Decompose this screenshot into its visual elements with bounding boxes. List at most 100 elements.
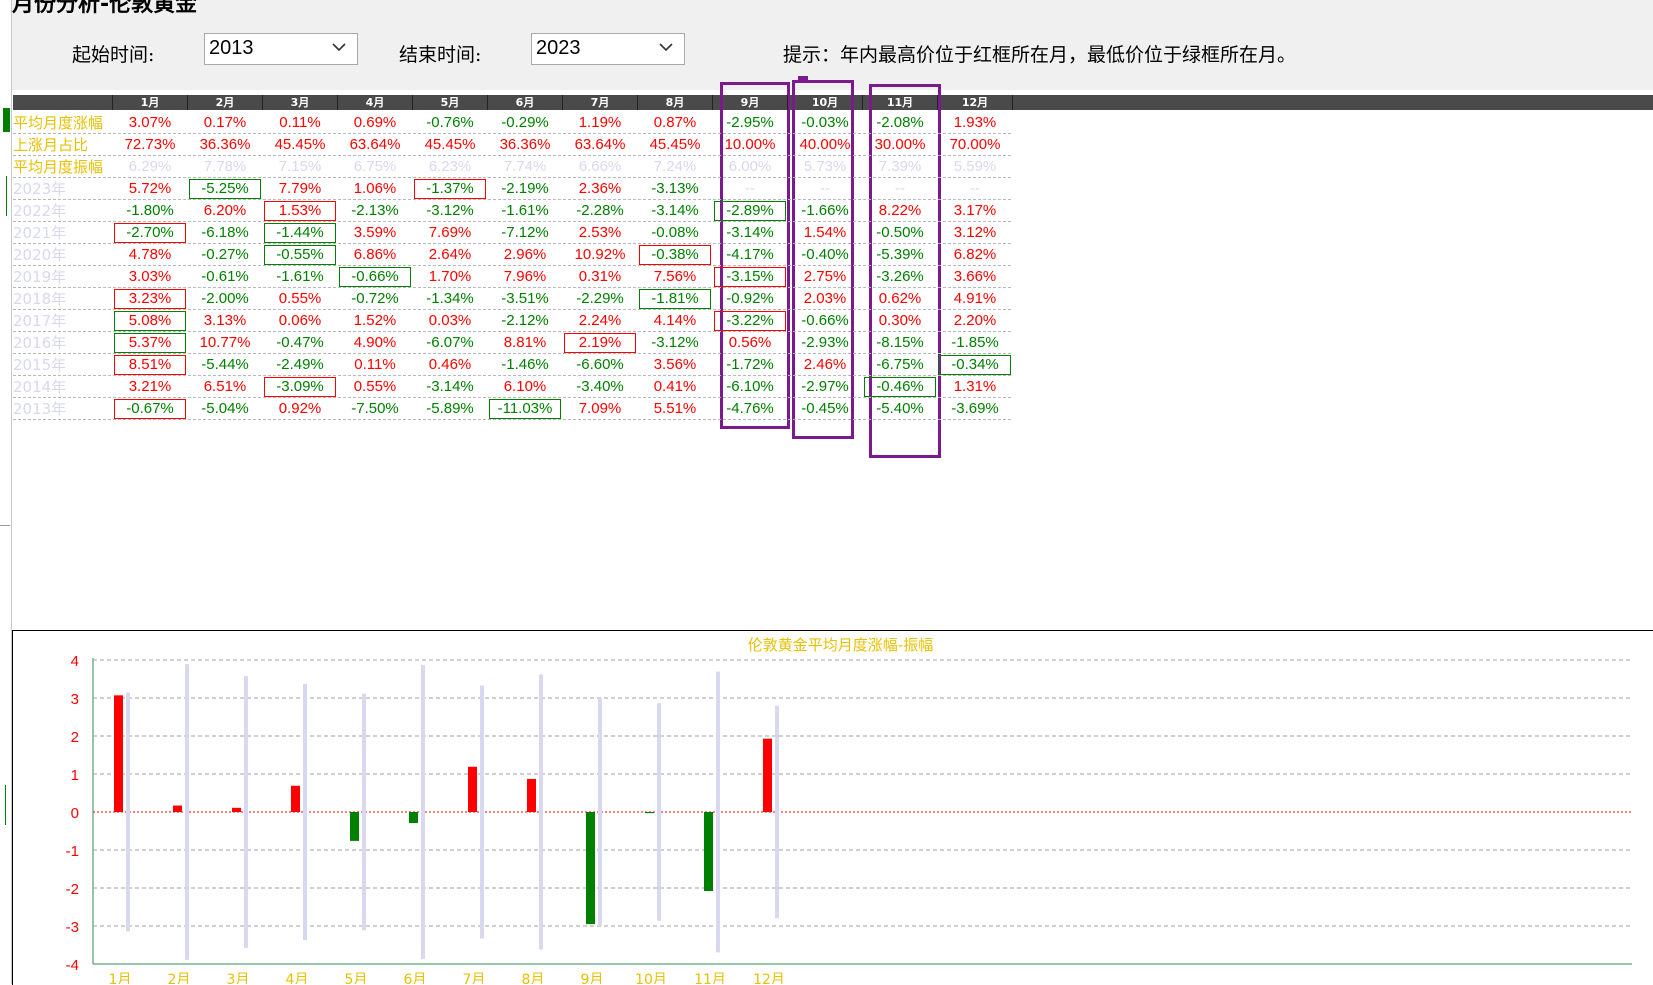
table-cell: 6.29% [128,158,172,175]
month-header: 9月 [740,96,760,109]
avg-change-bar [232,807,241,812]
table-cell: 2.53% [578,224,622,241]
table-cell: 45.45% [274,136,326,153]
y-tick-label: 2 [71,729,79,746]
month-header: 8月 [665,96,685,109]
table-cell: -0.61% [201,268,249,285]
table-cell: -1.37% [413,178,487,200]
table-cell: 3.03% [128,268,172,285]
table-cell: 7.09% [578,400,622,417]
row-label: 2017年 [13,312,67,330]
amplitude-bar [126,692,130,932]
table-cell: -0.66% [801,312,849,329]
table-cell: -1.61% [276,268,324,285]
table-cell: 4.91% [953,290,997,307]
avg-change-bar [527,778,536,812]
table-cell: -0.50% [876,224,924,241]
table-cell: 0.03% [428,312,472,329]
table-cell: 70.00% [949,136,1001,153]
table-cell: -1.34% [426,290,474,307]
header-separator [937,95,938,110]
table-cell: 3.59% [353,224,397,241]
avg-change-bar [409,812,418,824]
table-cell: -3.51% [501,290,549,307]
table-cell: 2.64% [428,246,472,263]
table-cell: -0.47% [276,334,324,351]
avg-change-bar [763,738,772,812]
row-label: 2022年 [13,202,67,220]
table-cell: 6.10% [503,378,547,395]
table-cell: 7.39% [878,158,922,175]
table-cell: -7.50% [351,400,399,417]
row-label: 2019年 [13,268,67,286]
table-cell: -1.72% [726,356,774,373]
table-cell: -2.95% [726,114,774,131]
row-label: 上涨月占比 [13,136,89,154]
row-divider [13,419,1011,420]
y-tick-label: -4 [66,957,79,974]
table-cell: 1.93% [953,114,997,131]
table-cell: 7.78% [203,158,247,175]
header-separator [637,95,638,110]
table-cell: 1.06% [353,180,397,197]
table-cell: 10.92% [574,246,626,263]
table-cell: -0.66% [338,266,412,288]
table-cell: 1.53% [263,200,337,222]
header-separator [1012,95,1013,110]
table-cell: -2.13% [351,202,399,219]
x-tick-label: 12月 [753,972,785,984]
table-cell: -5.39% [876,246,924,263]
table-cell: 3.66% [953,268,997,285]
table-cell: 5.08% [113,310,187,332]
amplitude-bar [657,703,661,921]
header-separator [112,95,113,110]
header-separator [487,95,488,110]
month-header: 4月 [365,96,385,109]
table-cell: -6.10% [726,378,774,395]
header-separator [412,95,413,110]
table-cell: -0.03% [801,114,849,131]
table-cell: -1.81% [638,288,712,310]
table-cell: -2.97% [801,378,849,395]
table-cell: 36.36% [199,136,251,153]
table-cell: 3.21% [128,378,172,395]
header-separator [187,95,188,110]
table-cell: -3.69% [951,400,999,417]
amplitude-bar [185,664,189,960]
amplitude-bar [775,705,779,919]
table-cell: -0.29% [501,114,549,131]
table-cell: -0.67% [113,398,187,420]
table-cell: -2.93% [801,334,849,351]
y-tick-label: 1 [71,767,79,784]
x-tick-label: 9月 [581,972,604,984]
x-tick-label: 6月 [404,972,427,984]
row-label: 2023年 [13,180,67,198]
x-tick-label: 3月 [227,972,250,984]
table-cell: -2.12% [501,312,549,329]
table-cell: 1.54% [803,224,847,241]
avg-change-bar [114,695,123,812]
row-label: 2015年 [13,356,67,374]
table-cell: 36.36% [499,136,551,153]
table-cell: 1.31% [953,378,997,395]
table-cell: 7.56% [653,268,697,285]
row-label: 2018年 [13,290,67,308]
month-header: 7月 [590,96,610,109]
month-header: 1月 [140,96,160,109]
x-tick-label: 4月 [286,972,309,984]
table-cell: -2.29% [576,290,624,307]
header-separator [787,95,788,110]
table-cell: -0.72% [351,290,399,307]
amplitude-bar [480,685,484,939]
table-cell: -0.38% [638,244,712,266]
table-cell: -0.92% [726,290,774,307]
table-cell: 6.86% [353,246,397,263]
table-cell: -3.14% [426,378,474,395]
month-header: 11月 [886,96,914,109]
table-cell: -6.75% [876,356,924,373]
amplitude-bar [716,671,720,953]
y-tick-label: 0 [71,805,79,822]
avg-change-bar [704,812,713,892]
table-cell: 8.81% [503,334,547,351]
table-cell: -0.27% [201,246,249,263]
